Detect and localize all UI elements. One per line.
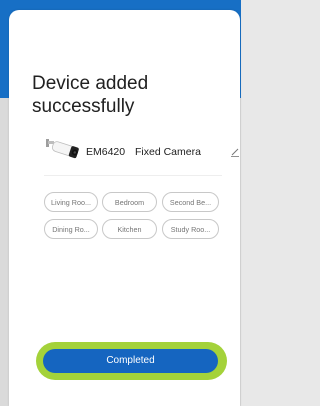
edit-icon[interactable] <box>230 147 240 157</box>
room-chip-dining-room[interactable]: Dining Ro... <box>44 219 98 239</box>
divider <box>44 175 222 176</box>
room-chip-living-room[interactable]: Living Roo... <box>44 192 98 212</box>
device-model: EM6420 <box>86 146 126 158</box>
camera-icon <box>46 139 79 159</box>
room-chip-kitchen[interactable]: Kitchen <box>102 219 157 239</box>
dialog-title: Device added successfully <box>32 73 149 117</box>
completed-button[interactable]: Completed <box>43 349 218 373</box>
room-chip-bedroom[interactable]: Bedroom <box>102 192 157 212</box>
device-row: EM6420 Fixed Camera <box>44 136 239 170</box>
room-chip-second-bedroom[interactable]: Second Be... <box>162 192 219 212</box>
device-type: Fixed Camera <box>135 146 201 158</box>
room-chip-study-room[interactable]: Study Roo... <box>162 219 219 239</box>
